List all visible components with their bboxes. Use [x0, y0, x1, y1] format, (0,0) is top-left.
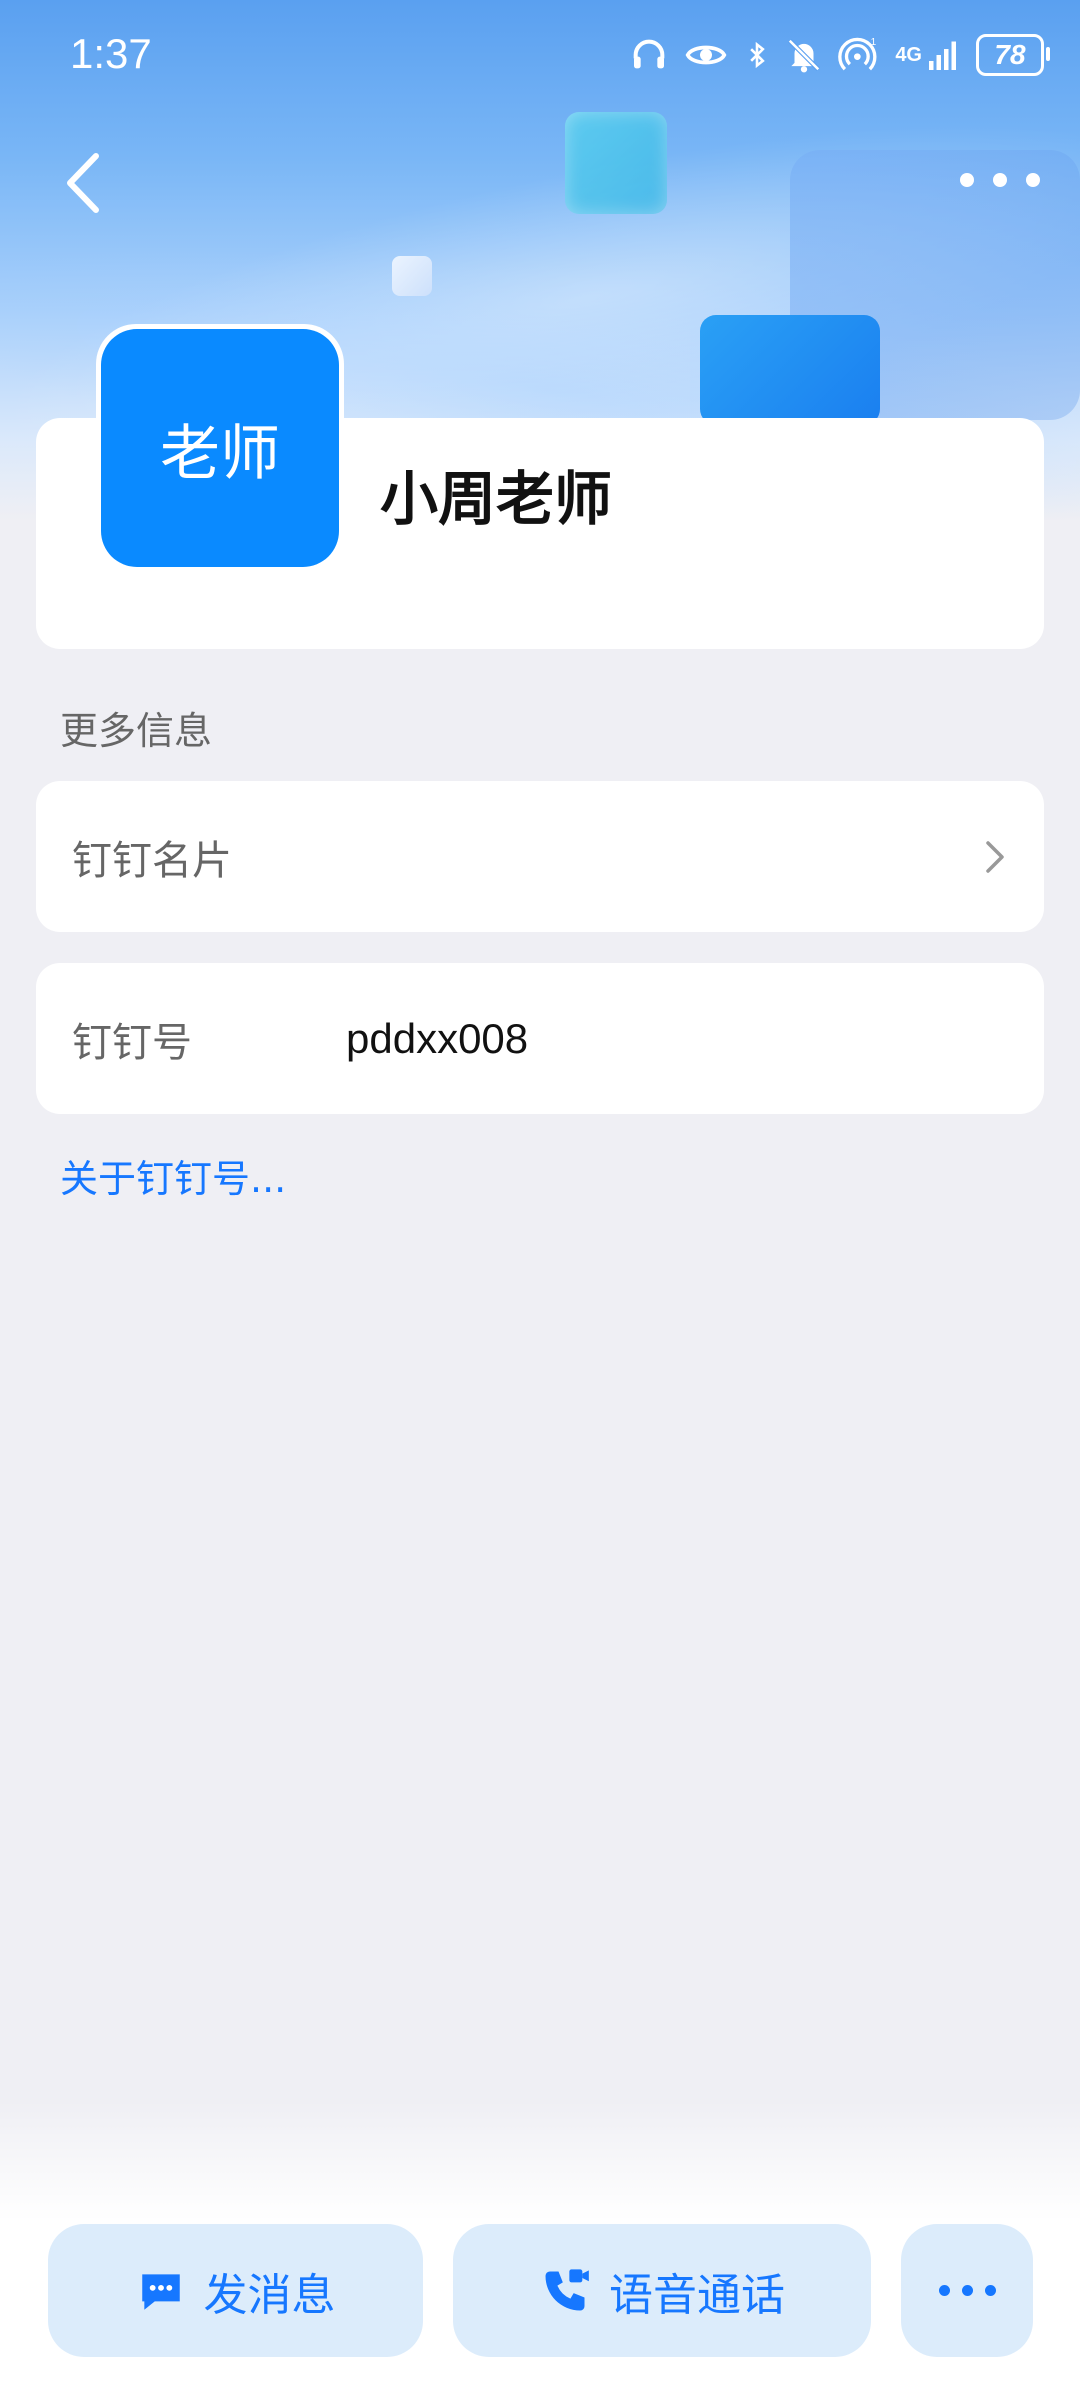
voice-call-label: 语音通话 — [609, 2269, 785, 2321]
svg-text:1: 1 — [871, 37, 877, 48]
headphones-icon — [633, 39, 665, 69]
chevron-right-icon — [986, 840, 1004, 873]
dingtalk-id-label: 钉钉号 — [72, 1019, 192, 1066]
dingtalk-card-label: 钉钉名片 — [72, 837, 232, 884]
more-dot — [993, 173, 1007, 187]
decor-cube — [392, 256, 432, 296]
more-dot — [1026, 173, 1040, 187]
avatar-text: 老师 — [101, 329, 339, 567]
status-icons: 1 4G 78 — [629, 30, 1050, 80]
profile-name: 小周老师 — [380, 465, 613, 533]
more-actions-button[interactable] — [901, 2224, 1033, 2357]
status-bar: 1:37 1 4G 78 — [0, 0, 1080, 110]
bluetooth-icon — [750, 41, 766, 69]
signal-icon — [929, 41, 956, 70]
section-label-more-info: 更多信息 — [60, 709, 213, 753]
dingtalk-id-value: pddxx008 — [346, 1014, 529, 1062]
more-options-button[interactable] — [960, 160, 1040, 200]
decor-cube — [565, 112, 667, 214]
battery-level: 78 — [994, 39, 1026, 70]
avatar[interactable]: 老师 — [96, 324, 344, 572]
hotspot-icon: 1 — [838, 37, 877, 71]
message-icon — [141, 2273, 180, 2310]
voice-call-button[interactable]: 语音通话 — [453, 2224, 871, 2357]
dingtalk-id-row: 钉钉号 pddxx008 — [36, 963, 1044, 1114]
more-horizontal-icon — [938, 2285, 996, 2296]
phone-icon — [545, 2268, 589, 2310]
eye-icon — [685, 45, 727, 65]
status-time: 1:37 — [70, 30, 152, 77]
battery-icon: 78 — [976, 34, 1050, 76]
dingtalk-card-row[interactable]: 钉钉名片 — [36, 781, 1044, 932]
network-type: 4G — [895, 43, 922, 66]
send-message-button[interactable]: 发消息 — [48, 2224, 423, 2357]
more-dot — [960, 173, 974, 187]
decor-cube — [700, 315, 880, 425]
send-message-label: 发消息 — [203, 2269, 336, 2321]
back-button[interactable] — [58, 148, 108, 218]
chevron-left-icon — [67, 153, 99, 213]
about-dingtalk-id-link[interactable]: 关于钉钉号... — [60, 1148, 286, 1203]
bell-off-icon — [788, 39, 821, 73]
